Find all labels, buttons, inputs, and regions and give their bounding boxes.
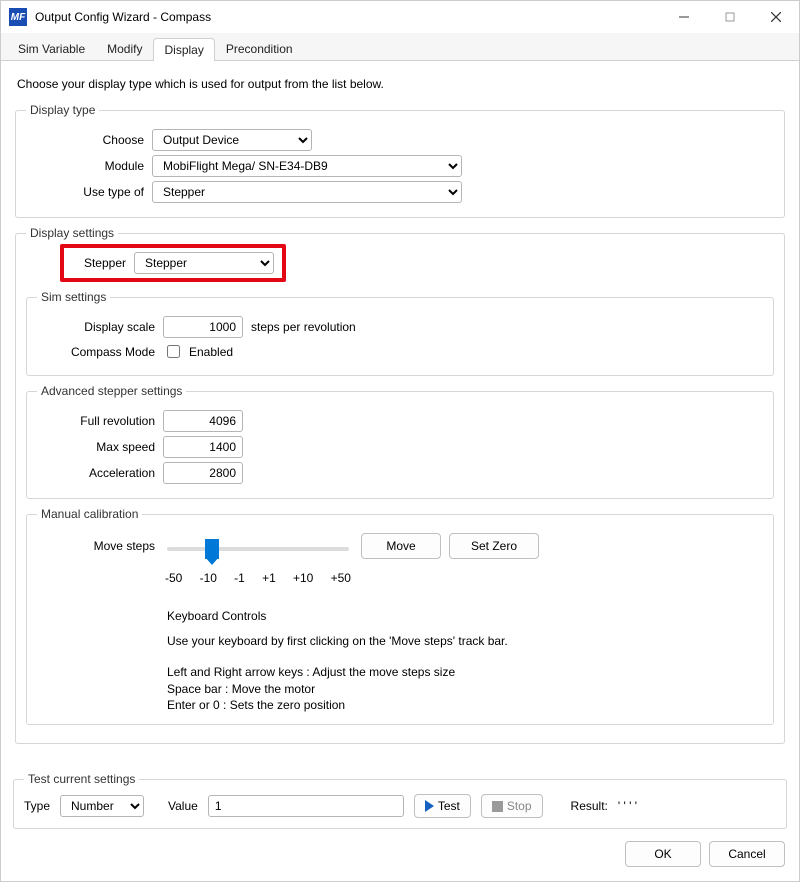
close-icon [771, 12, 781, 22]
minimize-icon [679, 12, 689, 22]
stop-icon [492, 801, 503, 812]
play-icon [425, 800, 434, 812]
window-controls [661, 1, 799, 33]
compass-enabled-checkbox[interactable] [167, 345, 180, 358]
slider-ticks: -50 -10 -1 +1 +10 +50 [163, 571, 353, 585]
test-settings-legend: Test current settings [24, 772, 139, 786]
keyboard-controls-text: Use your keyboard by first clicking on t… [167, 633, 537, 650]
tab-modify[interactable]: Modify [96, 37, 153, 60]
window-title: Output Config Wizard - Compass [35, 10, 661, 24]
result-value: ' ' ' ' [618, 799, 637, 813]
acceleration-label: Acceleration [37, 466, 155, 480]
set-zero-button[interactable]: Set Zero [449, 533, 539, 559]
display-type-group: Display type Choose Output Device Module… [15, 103, 785, 218]
tab-sim-variable[interactable]: Sim Variable [7, 37, 96, 60]
slider-rail [167, 547, 349, 551]
display-scale-label: Display scale [37, 320, 155, 334]
usetype-select[interactable]: Stepper [152, 181, 462, 203]
stepper-label: Stepper [68, 256, 126, 270]
test-value-label: Value [168, 799, 198, 813]
app-icon: MF [9, 8, 27, 26]
test-type-label: Type [24, 799, 50, 813]
tab-precondition[interactable]: Precondition [215, 37, 304, 60]
manual-calibration-group: Manual calibration Move steps -50 -10 -1… [26, 507, 774, 725]
choose-select[interactable]: Output Device [152, 129, 312, 151]
maximize-icon [725, 12, 735, 22]
titlebar: MF Output Config Wizard - Compass [1, 1, 799, 33]
tick: -50 [165, 571, 182, 585]
tick: +50 [331, 571, 351, 585]
kb-line: Enter or 0 : Sets the zero position [167, 697, 763, 714]
move-steps-slider[interactable] [163, 537, 353, 563]
test-button-label: Test [438, 799, 460, 813]
advanced-stepper-group: Advanced stepper settings Full revolutio… [26, 384, 774, 499]
move-button[interactable]: Move [361, 533, 441, 559]
usetype-label: Use type of [26, 185, 144, 199]
window-root: MF Output Config Wizard - Compass Sim Va… [0, 0, 800, 882]
stop-button[interactable]: Stop [481, 794, 543, 818]
display-settings-legend: Display settings [26, 226, 118, 240]
move-steps-label: Move steps [37, 533, 155, 553]
tick: +1 [262, 571, 276, 585]
manual-calibration-legend: Manual calibration [37, 507, 142, 521]
advanced-stepper-legend: Advanced stepper settings [37, 384, 186, 398]
cancel-button[interactable]: Cancel [709, 841, 785, 867]
keyboard-controls-heading: Keyboard Controls [167, 609, 763, 623]
module-label: Module [26, 159, 144, 173]
maximize-button[interactable] [707, 1, 753, 33]
tick: +10 [293, 571, 313, 585]
test-type-select[interactable]: Number [60, 795, 144, 817]
minimize-button[interactable] [661, 1, 707, 33]
sim-settings-group: Sim settings Display scale steps per rev… [26, 290, 774, 376]
max-speed-input[interactable] [163, 436, 243, 458]
keyboard-controls-lines: Left and Right arrow keys : Adjust the m… [167, 664, 763, 714]
close-button[interactable] [753, 1, 799, 33]
test-button[interactable]: Test [414, 794, 471, 818]
compass-enabled-label: Enabled [189, 345, 233, 359]
display-scale-input[interactable] [163, 316, 243, 338]
dialog-footer: OK Cancel [1, 833, 799, 881]
full-revolution-input[interactable] [163, 410, 243, 432]
stepper-select[interactable]: Stepper [134, 252, 274, 274]
module-select[interactable]: MobiFlight Mega/ SN-E34-DB9 [152, 155, 462, 177]
stepper-highlight: Stepper Stepper [60, 244, 286, 282]
tab-bar: Sim Variable Modify Display Precondition [1, 33, 799, 61]
kb-line: Space bar : Move the motor [167, 681, 763, 698]
tab-display[interactable]: Display [153, 38, 214, 61]
stop-button-label: Stop [507, 799, 532, 813]
intro-text: Choose your display type which is used f… [17, 77, 785, 91]
sim-settings-legend: Sim settings [37, 290, 110, 304]
ok-button[interactable]: OK [625, 841, 701, 867]
full-revolution-label: Full revolution [37, 414, 155, 428]
kb-line: Left and Right arrow keys : Adjust the m… [167, 664, 763, 681]
display-settings-group: Display settings Stepper Stepper Sim set… [15, 226, 785, 744]
slider-thumb[interactable] [205, 539, 219, 559]
test-settings-group: Test current settings Type Number Value … [13, 772, 787, 829]
test-value-input[interactable] [208, 795, 404, 817]
compass-mode-label: Compass Mode [37, 345, 155, 359]
result-label: Result: [571, 799, 608, 813]
max-speed-label: Max speed [37, 440, 155, 454]
tick: -10 [200, 571, 217, 585]
tick: -1 [234, 571, 245, 585]
display-scale-unit: steps per revolution [251, 320, 356, 334]
acceleration-input[interactable] [163, 462, 243, 484]
display-type-legend: Display type [26, 103, 99, 117]
choose-label: Choose [26, 133, 144, 147]
content-area: Choose your display type which is used f… [1, 61, 799, 766]
